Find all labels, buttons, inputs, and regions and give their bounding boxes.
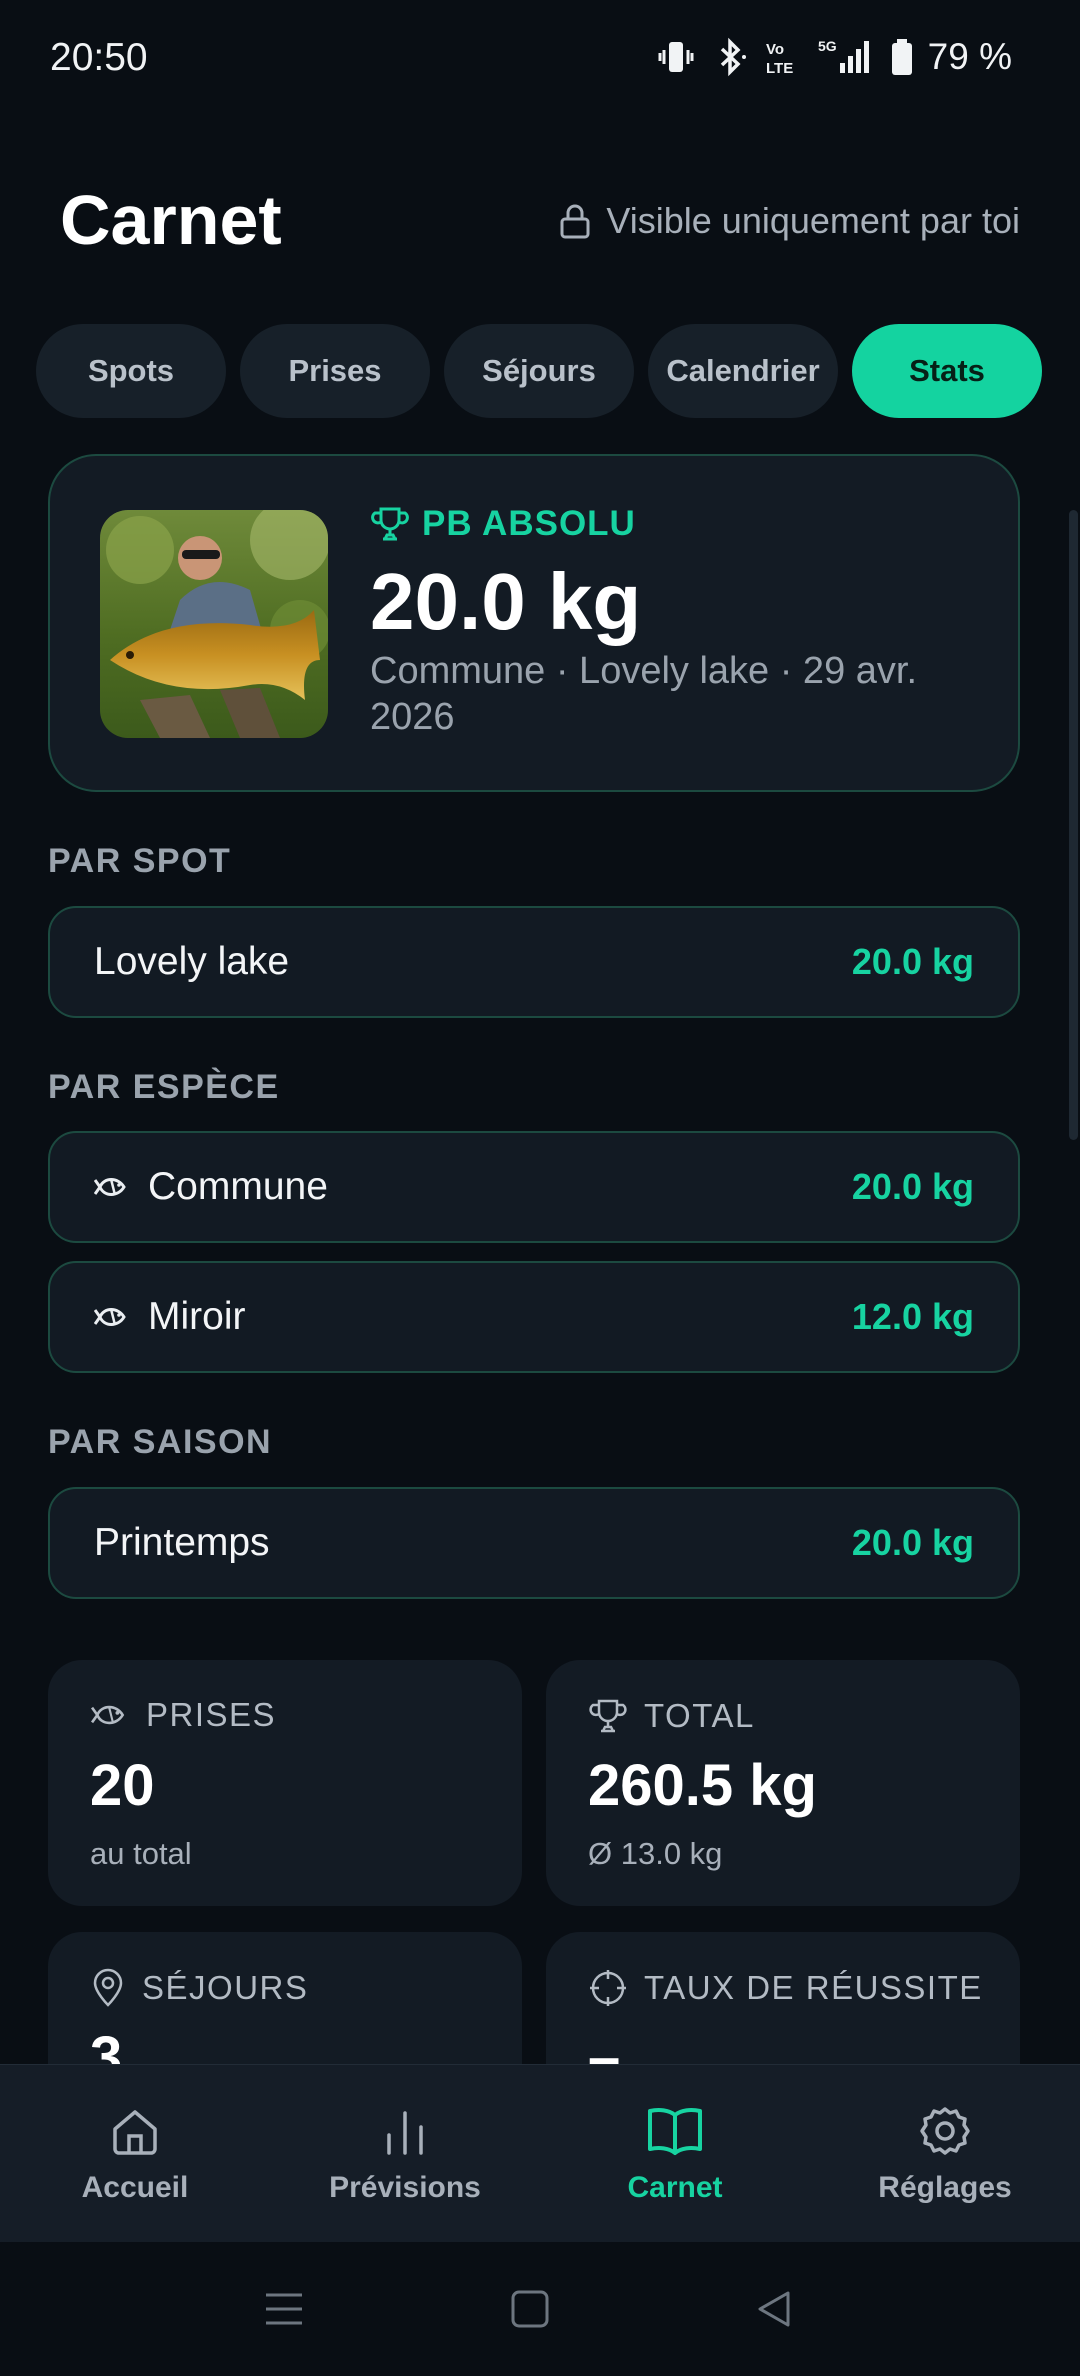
svg-text:5G: 5G: [818, 38, 837, 54]
menu-icon[interactable]: [262, 2287, 306, 2331]
section-title-season: PAR SAISON: [48, 1423, 273, 1461]
nav-label-carnet: Carnet: [627, 2171, 723, 2204]
stat-label-prises: PRISES: [146, 1696, 277, 1733]
stat-head-reussite: TAUX DE RÉUSSITE: [588, 1968, 983, 2008]
fish-icon: [94, 1308, 126, 1326]
home-button-icon[interactable]: [508, 2287, 552, 2331]
spot-row[interactable]: Lovely lake 20.0 kg: [48, 906, 1020, 1018]
season-row-value: 20.0 kg: [851, 1522, 974, 1563]
svg-text:Vo: Vo: [766, 41, 784, 58]
visibility-note: Visible uniquement par toi: [558, 200, 1020, 242]
stat-sub-total: Ø 13.0 kg: [588, 1836, 723, 1871]
stat-head-sejours: SÉJOURS: [90, 1968, 308, 2008]
species-row-commune[interactable]: Commune 20.0 kg: [48, 1131, 1020, 1243]
trophy-icon: [371, 507, 409, 541]
nav-item-reglages[interactable]: Réglages: [810, 2065, 1080, 2243]
nav-label-accueil: Accueil: [81, 2171, 189, 2204]
crosshair-icon: [590, 1970, 626, 2006]
chart-icon: [387, 2111, 423, 2155]
signal-5g-icon: 5G: [818, 38, 869, 73]
bottom-navigation: Accueil Prévisions Carnet Réglages: [0, 2064, 1080, 2242]
species-row-label: Miroir: [148, 1295, 246, 1338]
stat-card-prises: PRISES 20 au total: [48, 1660, 522, 1906]
section-title-species: PAR ESPÈCE: [48, 1068, 280, 1106]
lock-icon: [560, 204, 590, 239]
nav-label-reglages: Réglages: [878, 2171, 1012, 2204]
section-title-spot: PAR SPOT: [48, 842, 232, 880]
carnet-tabs: Spots Prises Séjours Calendrier Stats: [36, 324, 1042, 418]
fish-icon: [94, 1178, 126, 1196]
species-row-left: Miroir: [94, 1295, 245, 1339]
season-row[interactable]: Printemps 20.0 kg: [48, 1487, 1020, 1599]
stat-head-total: TOTAL: [588, 1696, 755, 1736]
bluetooth-icon: [720, 37, 746, 77]
stat-card-total: TOTAL 260.5 kg Ø 13.0 kg: [546, 1660, 1020, 1906]
pb-label-text: PB ABSOLU: [422, 504, 636, 543]
species-row-value: 12.0 kg: [851, 1296, 974, 1337]
tab-spots[interactable]: Spots: [36, 324, 226, 418]
stat-label-sejours: SÉJOURS: [142, 1969, 309, 2006]
tab-calendrier[interactable]: Calendrier: [648, 324, 838, 418]
status-time: 20:50: [50, 36, 148, 79]
nav-item-previsions[interactable]: Prévisions: [270, 2065, 540, 2243]
battery-percentage: 79 %: [927, 36, 1012, 77]
stat-label-total: TOTAL: [644, 1697, 755, 1734]
species-row-miroir[interactable]: Miroir 12.0 kg: [48, 1261, 1020, 1373]
species-row-value: 20.0 kg: [851, 1166, 974, 1207]
season-row-label: Printemps: [94, 1521, 270, 1564]
pb-weight: 20.0 kg: [370, 557, 642, 646]
personal-best-card[interactable]: PB ABSOLU 20.0 kg Commune · Lovely lake …: [48, 454, 1020, 792]
status-icons: Vo LTE 5G 79 %: [656, 36, 1012, 78]
scrollbar[interactable]: [1069, 510, 1078, 1140]
page-title: Carnet: [60, 181, 282, 259]
vibrate-icon: [658, 42, 694, 72]
app-screen: 20:50 Vo LTE 5G 79 % Carnet Visible uniq…: [0, 0, 1080, 2376]
species-row-left: Commune: [94, 1165, 328, 1209]
tab-stats[interactable]: Stats: [852, 324, 1042, 418]
season-row-left: Printemps: [94, 1521, 270, 1565]
stat-label-reussite: TAUX DE RÉUSSITE: [644, 1969, 983, 2006]
spot-row-left: Lovely lake: [94, 940, 289, 984]
pb-catch-photo: [100, 510, 328, 738]
location-pin-icon: [93, 1968, 123, 2007]
home-icon: [113, 2110, 157, 2155]
battery-icon: [891, 39, 912, 75]
volte-icon: Vo LTE: [766, 41, 793, 77]
nav-item-carnet[interactable]: Carnet: [540, 2065, 810, 2243]
status-bar: 20:50 Vo LTE 5G 79 %: [0, 0, 1080, 118]
back-icon[interactable]: [752, 2287, 796, 2331]
book-icon: [648, 2108, 702, 2155]
gear-icon: [920, 2107, 970, 2155]
stat-head-prises: PRISES: [90, 1696, 276, 1734]
pb-label: PB ABSOLU: [370, 504, 636, 544]
nav-label-previsions: Prévisions: [329, 2171, 481, 2204]
tab-sejours[interactable]: Séjours: [444, 324, 634, 418]
nav-item-accueil[interactable]: Accueil: [0, 2065, 270, 2243]
stat-sub-prises: au total: [90, 1836, 192, 1871]
stat-value-total: 260.5 kg: [588, 1753, 817, 1818]
pb-details: Commune · Lovely lake · 29 avr. 2026: [370, 650, 918, 738]
visibility-text: Visible uniquement par toi: [606, 200, 1020, 241]
system-navigation-bar: [0, 2242, 1080, 2376]
trophy-icon: [589, 1699, 627, 1733]
svg-text:LTE: LTE: [766, 60, 793, 77]
spot-row-label: Lovely lake: [94, 940, 290, 983]
fish-icon: [90, 1705, 125, 1725]
spot-row-value: 20.0 kg: [851, 941, 974, 982]
species-row-label: Commune: [148, 1165, 328, 1208]
tab-prises[interactable]: Prises: [240, 324, 430, 418]
stat-value-prises: 20: [90, 1753, 155, 1818]
